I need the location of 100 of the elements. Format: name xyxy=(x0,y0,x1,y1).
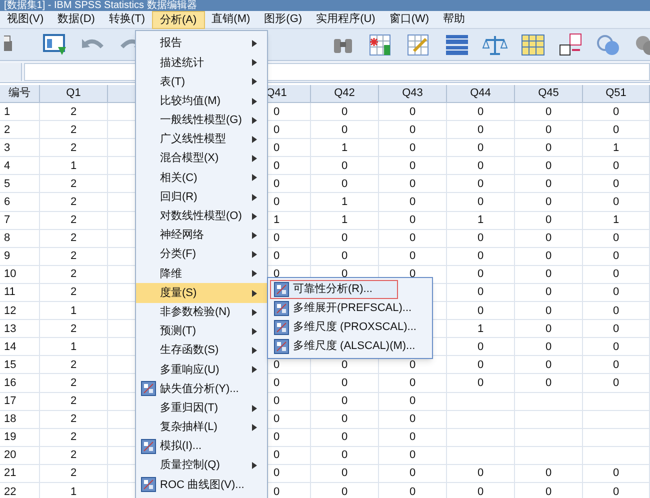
table-cell: 2 xyxy=(70,196,77,208)
submenu-arrow-icon xyxy=(252,308,257,316)
menu-item[interactable]: 混合模型(X) xyxy=(136,149,267,168)
menu-item[interactable]: 复杂抽样(L) xyxy=(136,418,267,437)
table-cell: 0 xyxy=(273,160,280,172)
menu-item[interactable]: 描述统计 xyxy=(136,53,267,72)
table-cell: 0 xyxy=(612,160,620,172)
submenu-arrow-icon xyxy=(252,347,257,354)
table-cell: 20 xyxy=(4,449,16,462)
submenu-arrow-icon xyxy=(252,404,257,412)
menu-item[interactable]: 一般线性模型(G) xyxy=(136,110,267,130)
menu-item[interactable]: 广义线性模型 xyxy=(136,130,267,150)
table-cell: 10 xyxy=(4,268,16,280)
menu-item[interactable]: 缺失值分析(Y)... xyxy=(136,379,267,399)
table-cell: 0 xyxy=(477,106,484,118)
menu-item[interactable]: 降维 xyxy=(136,264,267,284)
submenu-item[interactable]: 多维尺度 (PROXSCAL)... xyxy=(270,318,430,337)
table-cell: 1 xyxy=(70,304,77,317)
menu-item[interactable]: 模拟(I)... xyxy=(136,436,267,456)
menu-item[interactable]: 神经网络 xyxy=(136,226,267,246)
submenu-item[interactable]: 多维尺度 (ALSCAL)(M)... xyxy=(270,337,430,356)
table-cell: 0 xyxy=(273,467,280,480)
table-cell: 0 xyxy=(545,286,552,298)
submenu-arrow-icon xyxy=(252,366,257,374)
table-cell: 0 xyxy=(477,286,484,298)
menu-item[interactable]: 质量控制(Q) xyxy=(136,456,267,476)
table-cell: 5 xyxy=(4,178,10,190)
table-cell: 6 xyxy=(4,196,10,208)
table-cell: 0 xyxy=(612,124,620,136)
submenu-arrow-icon xyxy=(252,98,257,105)
column-header[interactable]: Q1 xyxy=(66,85,81,102)
menu-item[interactable]: 转换(T) xyxy=(102,10,152,28)
menu-item[interactable]: 表(T) xyxy=(136,72,267,92)
menu-item[interactable]: 实用程序(U) xyxy=(309,10,382,28)
menu-item[interactable]: 窗口(W) xyxy=(382,10,436,28)
table-cell: 0 xyxy=(409,431,416,444)
table-cell: 0 xyxy=(545,106,552,118)
table-cell: 0 xyxy=(612,268,620,280)
menu-item[interactable]: 预测(T) xyxy=(136,322,267,341)
table-cell: 0 xyxy=(273,124,280,136)
chart-icon xyxy=(140,381,156,396)
table-cell: 0 xyxy=(477,304,484,317)
submenu-item[interactable]: 多维展开(PREFSCAL)... xyxy=(270,299,430,318)
chart-icon xyxy=(140,439,156,454)
column-header[interactable]: 编号 xyxy=(8,85,30,102)
menu-item[interactable]: 视图(V) xyxy=(0,10,51,28)
menu-item[interactable]: 直销(M) xyxy=(204,10,258,28)
table-cell: 1 xyxy=(477,214,484,226)
table-cell: 2 xyxy=(70,322,77,335)
column-header[interactable]: Q51 xyxy=(606,85,626,102)
table-cell: 0 xyxy=(273,486,280,498)
table-cell: 0 xyxy=(273,268,280,280)
column-header[interactable]: Q42 xyxy=(334,85,355,102)
submenu-item[interactable]: 可靠性分析(R)... xyxy=(270,280,398,299)
column-header[interactable]: Q45 xyxy=(538,85,559,102)
table-cell: 0 xyxy=(612,304,620,317)
table-cell: 0 xyxy=(273,106,280,118)
menu-item[interactable]: 数据(D) xyxy=(50,10,102,28)
submenu-arrow-icon xyxy=(252,251,257,258)
chart-icon xyxy=(140,477,156,492)
table-cell: 0 xyxy=(545,322,552,335)
menu-item[interactable]: 对数线性模型(O) xyxy=(136,206,267,226)
table-cell: 2 xyxy=(70,178,77,190)
submenu-arrow-icon xyxy=(252,78,257,86)
table-cell: 0 xyxy=(612,376,620,389)
menu-item[interactable]: 多重归因(T) xyxy=(136,398,267,418)
submenu-arrow-icon xyxy=(252,290,257,297)
menu-item[interactable]: 度量(S) xyxy=(136,283,267,303)
table-cell: 1 xyxy=(341,214,348,226)
menu-item[interactable]: 分类(F) xyxy=(136,245,267,264)
table-cell: 3 xyxy=(4,142,10,154)
table-cell: 0 xyxy=(341,250,348,262)
submenu-arrow-icon xyxy=(252,174,257,182)
table-cell: 11 xyxy=(4,286,16,298)
menu-item[interactable]: 报告 xyxy=(136,34,267,54)
table-cell: 15 xyxy=(4,358,16,371)
table-cell: 2 xyxy=(70,376,77,389)
table-cell: 13 xyxy=(4,322,16,335)
menu-item[interactable]: 帮助 xyxy=(436,10,472,28)
menu-item[interactable]: 分析(A) xyxy=(152,10,205,28)
table-cell: 0 xyxy=(545,160,552,172)
menu-item[interactable]: 生存函数(S) xyxy=(136,341,267,360)
menu-item[interactable]: 非参数检验(N) xyxy=(136,302,267,322)
submenu-arrow-icon xyxy=(252,155,257,162)
menu-item[interactable]: 比较均值(M) xyxy=(136,92,267,111)
table-cell: 0 xyxy=(409,486,416,498)
menu-item[interactable]: ROC 曲线图(V)... xyxy=(136,475,267,494)
menu-item[interactable]: 图形(G) xyxy=(257,10,310,28)
column-header[interactable]: Q43 xyxy=(402,85,423,102)
column-header[interactable]: Q44 xyxy=(470,85,491,102)
table-cell: 0 xyxy=(273,413,280,426)
menu-item[interactable]: 相关(C) xyxy=(136,168,267,188)
table-cell: 0 xyxy=(612,486,620,498)
menu-item[interactable]: 多重响应(U) xyxy=(136,360,267,380)
table-cell: 1 xyxy=(477,322,484,335)
table-cell: 1 xyxy=(70,486,77,498)
table-cell: 0 xyxy=(341,106,348,118)
menu-item[interactable]: 回归(R) xyxy=(136,188,267,207)
table-cell: 16 xyxy=(4,376,16,389)
cell-name-field[interactable] xyxy=(0,62,22,80)
